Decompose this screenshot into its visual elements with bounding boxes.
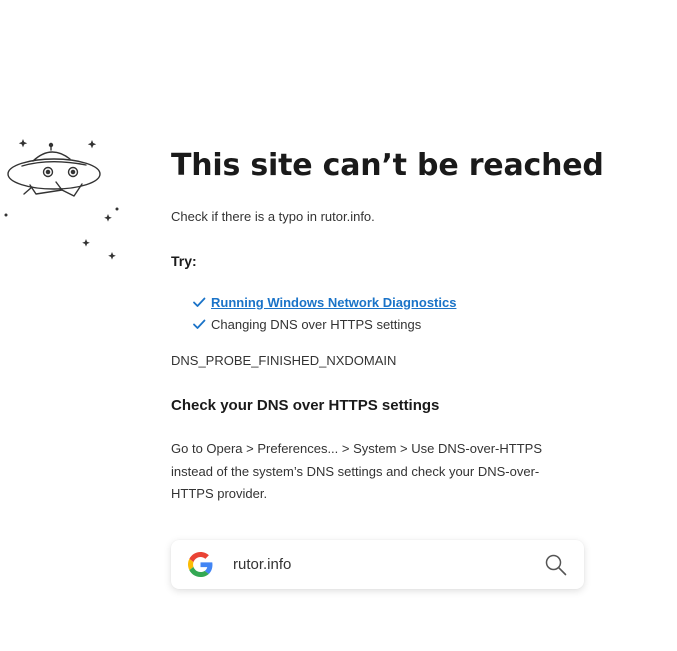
dns-settings-description: Go to Opera > Preferences... > System > … xyxy=(171,441,542,501)
error-code: DNS_PROBE_FINISHED_NXDOMAIN xyxy=(171,353,397,368)
suggestions-list: Running Windows Network Diagnostics Chan… xyxy=(171,291,591,335)
error-content: This site can’t be reached Check if ther… xyxy=(171,146,604,506)
checkmark-icon xyxy=(193,319,206,329)
ufo-icon xyxy=(4,139,119,260)
page-title: This site can’t be reached xyxy=(171,148,604,183)
google-g-logo xyxy=(188,552,213,577)
network-diagnostics-link[interactable]: Running Windows Network Diagnostics xyxy=(211,295,456,310)
error-page: This site can’t be reached Check if ther… xyxy=(0,0,677,651)
dns-https-suggestion: Changing DNS over HTTPS settings xyxy=(211,316,422,332)
search-icon[interactable] xyxy=(544,553,568,577)
search-box[interactable]: rutor.info xyxy=(171,540,584,589)
try-label: Try: xyxy=(171,253,197,269)
list-item: Running Windows Network Diagnostics xyxy=(191,291,591,313)
dns-settings-heading: Check your DNS over HTTPS settings xyxy=(171,397,440,414)
search-input[interactable]: rutor.info xyxy=(233,556,544,573)
typo-hint: Check if there is a typo in rutor.info. xyxy=(171,209,375,224)
checkmark-icon xyxy=(193,297,206,307)
list-item: Changing DNS over HTTPS settings xyxy=(191,313,591,335)
